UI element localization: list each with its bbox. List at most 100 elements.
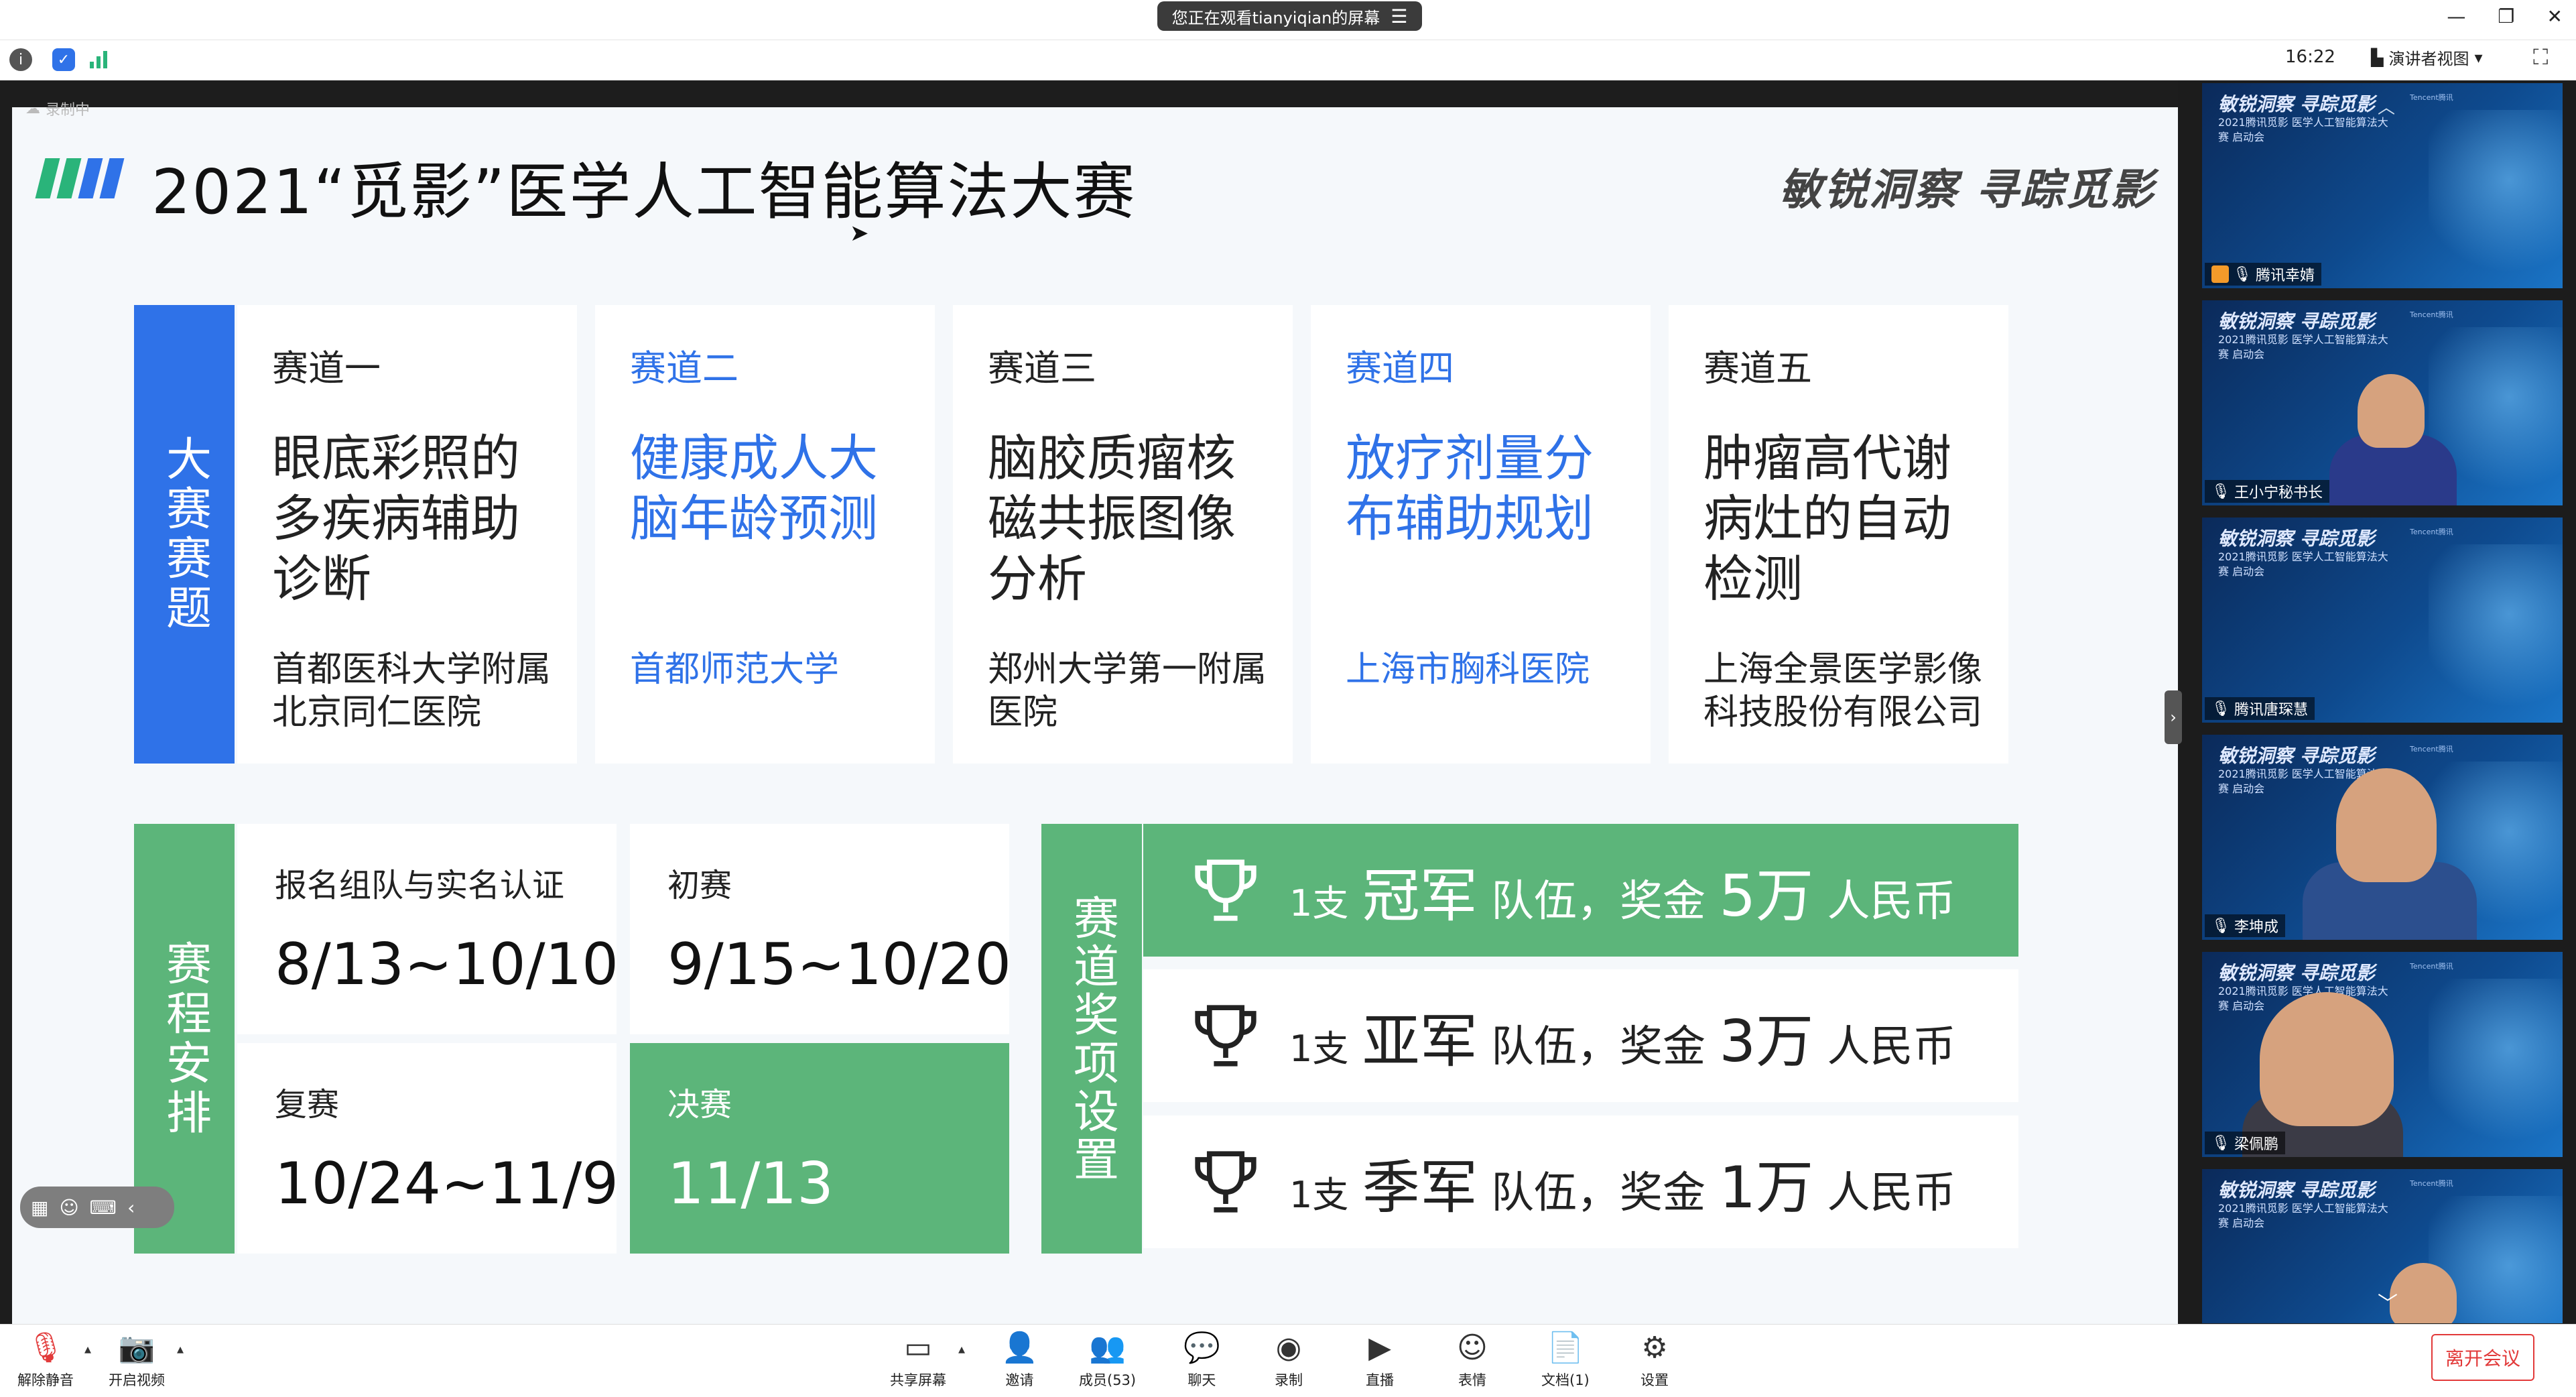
- tile-sponsor: Tencent腾讯: [2410, 1179, 2453, 1188]
- live-icon: ▶: [1368, 1331, 1391, 1365]
- share-screen-icon: ▭: [904, 1331, 932, 1365]
- settings-button[interactable]: ⚙ 设置: [1640, 1331, 1669, 1390]
- chevron-up-icon[interactable]: ▴: [958, 1341, 965, 1357]
- share-screen-label: 共享屏幕: [890, 1372, 946, 1388]
- screen-share-banner[interactable]: 您正在观看tianyiqian的屏幕 ☰: [1157, 1, 1422, 31]
- tile-sponsor: Tencent腾讯: [2410, 310, 2453, 319]
- tile-info: 2021腾讯觅影 医学人工智能算法大赛 启动会: [2218, 550, 2388, 578]
- participant-face: [2358, 374, 2425, 448]
- participant-name-tag: 🎙 梁佩鹏: [2205, 1132, 2285, 1154]
- participant-name: 梁佩鹏: [2234, 1136, 2278, 1153]
- tile-sponsor: Tencent腾讯: [2410, 962, 2453, 971]
- close-icon[interactable]: ✕: [2547, 5, 2563, 27]
- participant-face: [2390, 1263, 2457, 1323]
- participant-name: 李坤成: [2234, 919, 2278, 936]
- award-count: 1支: [1289, 882, 1349, 924]
- chevron-up-icon[interactable]: ▴: [177, 1341, 184, 1357]
- documents-button[interactable]: 📄 文档(1): [1541, 1331, 1590, 1390]
- tile-sponsor: Tencent腾讯: [2410, 745, 2453, 753]
- fullscreen-icon[interactable]: ⛶: [2533, 44, 2548, 70]
- track-organizer: 上海市胸科医院: [1346, 650, 1590, 690]
- share-banner-text: 您正在观看tianyiqian的屏幕: [1171, 8, 1380, 27]
- tile-info: 2021腾讯觅影 医学人工智能算法大赛 启动会: [2218, 333, 2388, 361]
- award-rank: 亚军: [1362, 1008, 1478, 1075]
- members-button[interactable]: 👥 成员(53): [1079, 1331, 1136, 1390]
- video-tile[interactable]: 敏锐洞察 寻踪觅影 2021腾讯觅影 医学人工智能算法大赛 启动会 Tencen…: [2202, 952, 2563, 1157]
- emoji-button[interactable]: ☺ 表情: [1457, 1331, 1488, 1390]
- emoji-icon[interactable]: ☺: [59, 1197, 78, 1219]
- award-row: 1支 季军 队伍，奖金 1万 人民币: [1143, 1115, 2018, 1248]
- collapse-panel-button[interactable]: ›: [2165, 690, 2182, 744]
- avatar-icon: [2211, 265, 2229, 283]
- unmute-button[interactable]: 🎙 解除静音: [17, 1331, 74, 1390]
- video-tile[interactable]: 敏锐洞察 寻踪觅影 2021腾讯觅影 医学人工智能算法大赛 启动会 Tencen…: [2202, 518, 2563, 723]
- presenter-view-button[interactable]: ▙ 演讲者视图 ▾: [2371, 46, 2483, 69]
- participant-name-tag: 🎙 腾讯幸婧: [2205, 263, 2321, 286]
- camera-off-icon: 📷: [118, 1331, 155, 1365]
- minimize-icon[interactable]: —: [2447, 5, 2465, 27]
- chat-button[interactable]: 💬 聊天: [1183, 1331, 1220, 1390]
- track-organizer: 上海全景医学影像科技股份有限公司: [1703, 650, 1983, 733]
- mic-muted-icon: 🎙: [2211, 917, 2230, 934]
- track-organizer: 首都医科大学附属北京同仁医院: [272, 650, 552, 733]
- unmute-label: 解除静音: [17, 1372, 74, 1388]
- chevron-left-icon[interactable]: ‹: [127, 1197, 135, 1219]
- layout-icon: ▙: [2371, 48, 2384, 67]
- record-label: 录制: [1275, 1372, 1303, 1388]
- settings-label: 设置: [1640, 1372, 1669, 1388]
- schedule-cell-final: 决赛 11/13: [630, 1043, 1009, 1254]
- chevron-up-icon[interactable]: ︿: [2378, 94, 2395, 119]
- schedule-label: 决赛: [667, 1086, 732, 1123]
- keyboard-icon[interactable]: ⌨: [90, 1197, 117, 1219]
- track-name: 赛道三: [988, 347, 1096, 389]
- record-icon: ◉: [1275, 1331, 1302, 1365]
- schedule-label: 初赛: [667, 867, 732, 904]
- award-count: 1支: [1289, 1027, 1349, 1070]
- video-tile[interactable]: 敏锐洞察 寻踪觅影 2021腾讯觅影 医学人工智能算法大赛 启动会 Tencen…: [2202, 300, 2563, 505]
- record-button[interactable]: ◉ 录制: [1275, 1331, 1303, 1390]
- track-topic: 眼底彩照的多疾病辅助诊断: [272, 430, 520, 608]
- participant-face: [2336, 768, 2437, 882]
- track-card: 赛道五 肿瘤高代谢病灶的自动检测 上海全景医学影像科技股份有限公司: [1669, 305, 2008, 764]
- tile-slogan: 敏锐洞察 寻踪觅影: [2218, 93, 2375, 115]
- presenter-view-label: 演讲者视图: [2388, 50, 2469, 68]
- participant-face: [2260, 992, 2394, 1126]
- live-button[interactable]: ▶ 直播: [1366, 1331, 1394, 1390]
- schedule-label: 复赛: [275, 1086, 340, 1123]
- live-label: 直播: [1366, 1372, 1394, 1388]
- signal-icon[interactable]: [90, 50, 107, 68]
- leave-meeting-button[interactable]: 离开会议: [2431, 1334, 2534, 1381]
- mic-muted-icon: 🎙: [2211, 700, 2230, 717]
- share-screen-button[interactable]: ▭ 共享屏幕: [890, 1331, 946, 1390]
- tile-slogan: 敏锐洞察 寻踪觅影: [2218, 745, 2375, 767]
- award-team: 队伍，奖金: [1491, 1168, 1706, 1218]
- floating-view-controls[interactable]: ▦ ☺ ⌨ ‹: [20, 1187, 174, 1228]
- start-video-label: 开启视频: [109, 1372, 165, 1388]
- members-label: 成员(53): [1079, 1372, 1137, 1388]
- chevron-up-icon[interactable]: ▴: [84, 1341, 91, 1357]
- award-amount: 1万: [1719, 1154, 1814, 1221]
- trophy-icon: [1195, 1005, 1257, 1067]
- recording-label: 录制中: [46, 102, 90, 119]
- menu-icon[interactable]: ☰: [1391, 5, 1407, 27]
- trophy-icon: [1195, 1151, 1257, 1213]
- shield-icon[interactable]: ✓: [52, 48, 75, 71]
- award-row: 1支 冠军 队伍，奖金 5万 人民币: [1143, 824, 2018, 957]
- invite-button[interactable]: 👤 邀请: [1001, 1331, 1038, 1390]
- award-unit: 人民币: [1827, 1022, 1956, 1072]
- grid-icon[interactable]: ▦: [31, 1197, 48, 1219]
- track-organizer: 郑州大学第一附属医院: [988, 650, 1267, 733]
- participant-name-tag: 🎙 李坤成: [2205, 914, 2285, 937]
- start-video-button[interactable]: 📷 开启视频: [109, 1331, 165, 1390]
- video-tile[interactable]: 敏锐洞察 寻踪觅影 2021腾讯觅影 医学人工智能算法大赛 启动会 Tencen…: [2202, 735, 2563, 940]
- clock: 16:22: [2285, 47, 2335, 67]
- schedule-label: 报名组队与实名认证: [275, 867, 565, 904]
- track-topic: 放疗剂量分布辅助规划: [1346, 430, 1594, 548]
- info-icon[interactable]: i: [9, 48, 32, 71]
- award-text: 1支 亚军 队伍，奖金 3万 人民币: [1289, 994, 1955, 1078]
- tile-slogan: 敏锐洞察 寻踪觅影: [2218, 310, 2375, 332]
- schedule-date: 9/15~10/20: [667, 931, 1012, 998]
- chevron-down-icon[interactable]: ﹀: [2378, 1287, 2398, 1317]
- restore-icon[interactable]: ❐: [2498, 5, 2514, 27]
- tile-slogan: 敏锐洞察 寻踪觅影: [2218, 528, 2375, 550]
